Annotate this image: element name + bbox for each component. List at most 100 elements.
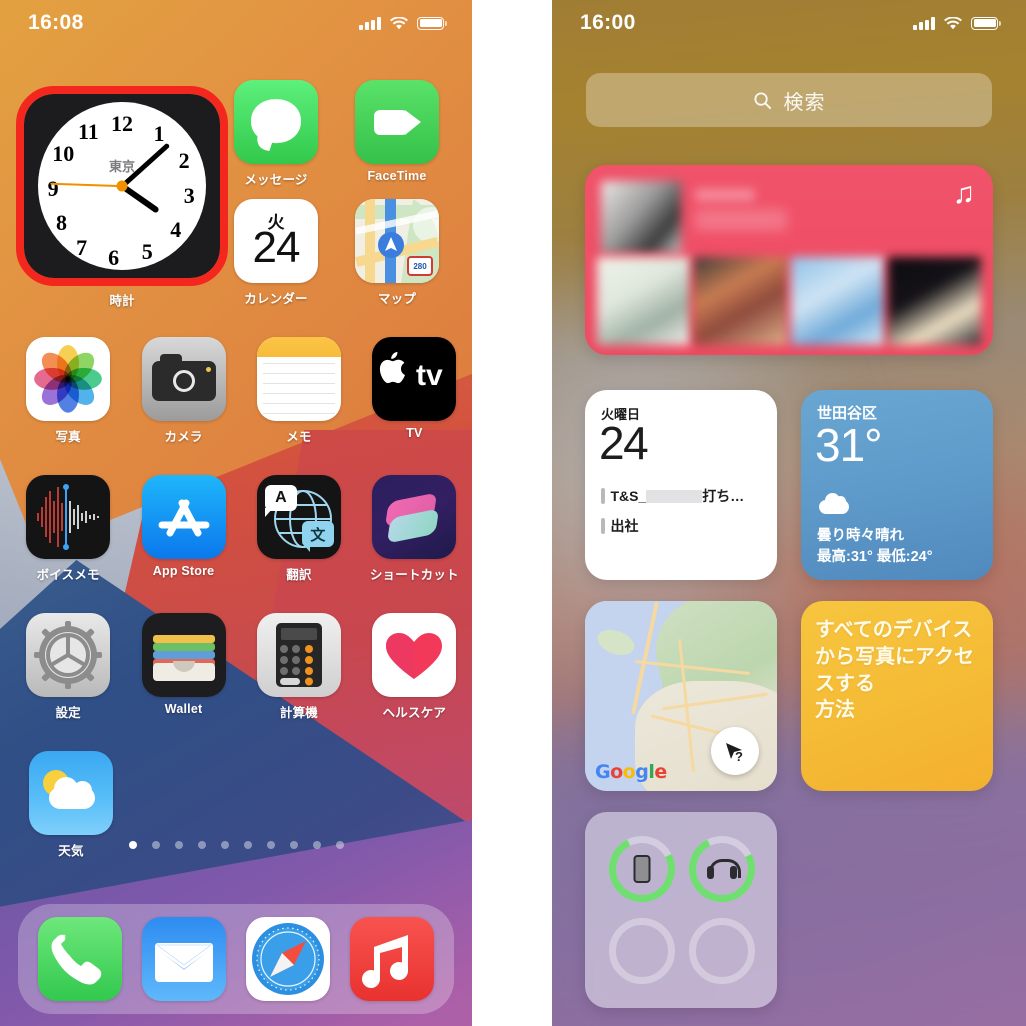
app-notes[interactable]: メモ bbox=[247, 337, 351, 445]
app-label: App Store bbox=[152, 564, 215, 578]
settings-gear-icon bbox=[26, 613, 111, 697]
app-label: Wallet bbox=[164, 702, 203, 716]
weather-widget[interactable]: 世田谷区 31° 曇り時々晴れ 最高:31° 最低:24° bbox=[801, 390, 993, 580]
battery-ring-empty-1 bbox=[609, 918, 675, 984]
camera-icon bbox=[141, 337, 226, 421]
music-widget[interactable]: ♫ bbox=[585, 165, 993, 355]
batteries-widget[interactable] bbox=[585, 812, 777, 1008]
page-dot[interactable] bbox=[151, 841, 160, 849]
event-title: 出社 bbox=[610, 518, 639, 534]
headphones-icon bbox=[707, 859, 737, 879]
dock-item-mail[interactable] bbox=[142, 917, 226, 1001]
calendar-event-2[interactable]: 出社 bbox=[601, 516, 639, 536]
album-artwork-blurred bbox=[601, 181, 681, 253]
battery-ring-iphone bbox=[600, 827, 684, 911]
app-calendar[interactable]: 火 24 カレンダー bbox=[221, 199, 331, 307]
page-dot[interactable] bbox=[243, 841, 252, 849]
page-dot[interactable] bbox=[197, 841, 206, 849]
maps-icon: 280 bbox=[355, 199, 439, 283]
event-title: T&S_ 打ち… bbox=[610, 488, 745, 504]
cloud-icon bbox=[819, 493, 849, 514]
app-label: 写真 bbox=[55, 430, 81, 444]
photos-icon bbox=[26, 337, 111, 421]
app-photos[interactable]: 写真 bbox=[16, 337, 120, 445]
app-row-3: 写真 カメラ メモ tv TV bbox=[0, 337, 472, 445]
status-time: 16:00 bbox=[580, 11, 636, 34]
app-maps[interactable]: 280 マップ bbox=[342, 199, 452, 307]
app-health[interactable]: ヘルスケア bbox=[362, 613, 466, 721]
app-facetime[interactable]: FaceTime bbox=[342, 80, 452, 188]
app-label: TV bbox=[406, 426, 423, 440]
app-settings[interactable]: 設定 bbox=[16, 613, 120, 721]
app-camera[interactable]: カメラ bbox=[131, 337, 235, 445]
iphone-today-view: 16:00 検索 ♫ 火曜日 24 T&S_ 打ち… 出社 世田谷区 31° 曇… bbox=[552, 0, 1026, 1026]
page-dot[interactable] bbox=[289, 841, 298, 849]
app-label: メッセージ bbox=[244, 173, 308, 187]
dock-item-safari[interactable] bbox=[246, 917, 330, 1001]
translate-glyph-b: 文 bbox=[310, 526, 326, 544]
page-dot[interactable] bbox=[335, 841, 344, 849]
svg-text:tv: tv bbox=[416, 359, 443, 392]
music-note-icon: ♫ bbox=[952, 177, 976, 210]
page-dots[interactable] bbox=[0, 841, 472, 849]
app-wallet[interactable]: Wallet bbox=[131, 613, 235, 721]
calculator-icon bbox=[256, 613, 341, 697]
search-bar[interactable]: 検索 bbox=[586, 73, 992, 127]
weather-icon bbox=[29, 751, 113, 835]
calendar-widget[interactable]: 火曜日 24 T&S_ 打ち… 出社 bbox=[585, 390, 777, 580]
app-messages[interactable]: メッセージ bbox=[221, 80, 331, 188]
calendar-day: 24 bbox=[252, 223, 301, 272]
app-label: FaceTime bbox=[367, 169, 427, 183]
dock-item-phone[interactable] bbox=[38, 917, 122, 1001]
clock-widget[interactable]: 東京 12 1 2 3 4 5 6 7 8 9 10 11 時計 bbox=[16, 86, 228, 308]
app-app-store[interactable]: App Store bbox=[131, 475, 235, 583]
app-row-2: 火 24 カレンダー 280 マップ bbox=[221, 199, 472, 307]
search-placeholder: 検索 bbox=[783, 91, 826, 114]
battery-icon bbox=[417, 16, 447, 30]
page-dot[interactable] bbox=[128, 841, 137, 849]
voice-memos-icon bbox=[26, 475, 111, 559]
page-dot[interactable] bbox=[312, 841, 321, 849]
facetime-icon bbox=[355, 80, 439, 164]
album-tile[interactable] bbox=[791, 257, 884, 345]
album-tile[interactable] bbox=[888, 257, 981, 345]
translate-glyph-a: A bbox=[275, 489, 287, 506]
page-dot[interactable] bbox=[174, 841, 183, 849]
tips-widget[interactable]: すべてのデバイスから写真にアクセスする 方法 bbox=[801, 601, 993, 791]
phone-icon bbox=[38, 917, 122, 1001]
iphone-home-screen: 16:08 東京 12 1 2 3 4 5 6 7 8 9 10 11 時計 メ… bbox=[0, 0, 472, 1026]
app-row-4: ボイスメモ App Store A 文 翻訳 ショートカット bbox=[0, 475, 472, 583]
page-dot[interactable] bbox=[220, 841, 229, 849]
translate-icon: A 文 bbox=[256, 475, 341, 559]
page-dot[interactable] bbox=[266, 841, 275, 849]
app-label: ヘルスケア bbox=[382, 706, 447, 720]
app-voice-memos[interactable]: ボイスメモ bbox=[16, 475, 120, 583]
app-shortcuts[interactable]: ショートカット bbox=[362, 475, 466, 583]
notes-icon bbox=[256, 337, 341, 421]
album-tile[interactable] bbox=[694, 257, 787, 345]
wallet-icon bbox=[141, 613, 226, 697]
album-tile[interactable] bbox=[597, 257, 690, 345]
screenshot-root: 16:08 東京 12 1 2 3 4 5 6 7 8 9 10 11 時計 メ… bbox=[0, 0, 1026, 1026]
app-label: カメラ bbox=[164, 430, 203, 444]
app-row-5: 設定 Wallet 計算機 ヘルスケア bbox=[0, 613, 472, 721]
app-label: 計算機 bbox=[279, 706, 318, 720]
mail-icon bbox=[142, 917, 226, 1001]
calendar-icon: 火 24 bbox=[234, 199, 318, 283]
clock-widget-label: 時計 bbox=[109, 294, 135, 308]
dock bbox=[18, 904, 454, 1014]
app-calculator[interactable]: 計算機 bbox=[247, 613, 351, 721]
dock-item-music[interactable] bbox=[350, 917, 434, 1001]
weather-condition: 曇り時々晴れ bbox=[817, 528, 904, 544]
calendar-event-1[interactable]: T&S_ 打ち… bbox=[601, 486, 744, 506]
maps-badge: 280 bbox=[413, 261, 427, 271]
battery-ring-headphones bbox=[680, 827, 764, 911]
location-unknown-icon[interactable]: ? bbox=[711, 727, 759, 775]
wifi-icon bbox=[390, 16, 408, 30]
app-tv[interactable]: tv TV bbox=[362, 337, 466, 445]
app-label: カレンダー bbox=[244, 292, 308, 306]
maps-widget[interactable]: Google ? bbox=[585, 601, 777, 791]
safari-compass-icon bbox=[246, 917, 330, 1001]
app-row-1: メッセージ FaceTime bbox=[221, 80, 472, 188]
app-translate[interactable]: A 文 翻訳 bbox=[247, 475, 351, 583]
